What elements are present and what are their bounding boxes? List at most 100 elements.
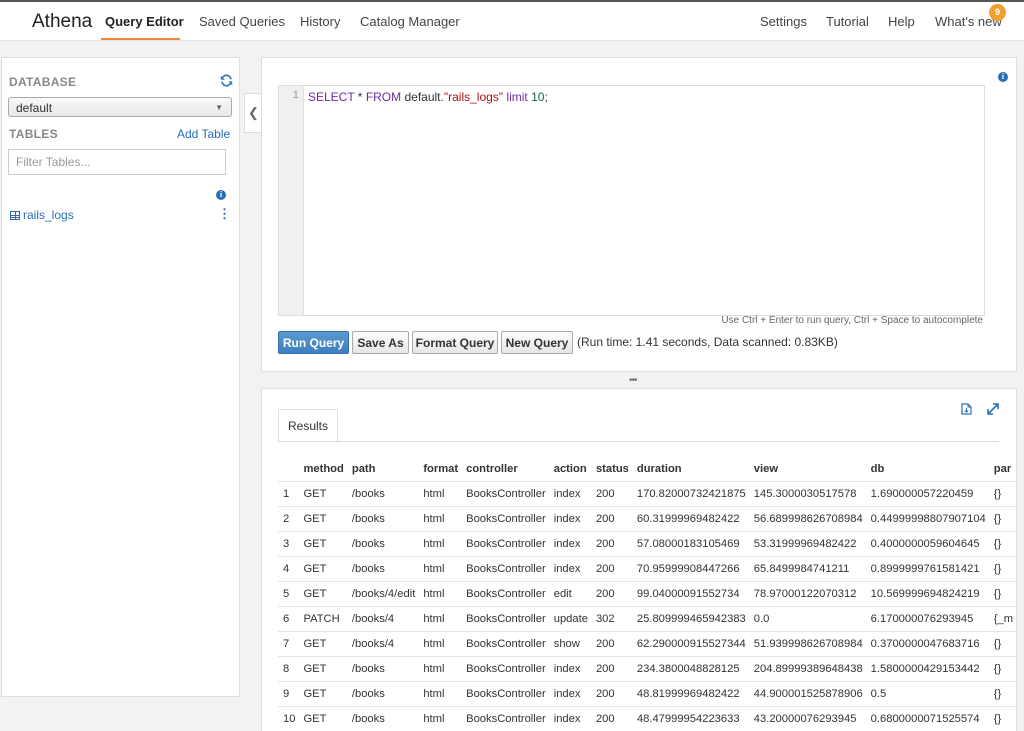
- table-cell: 302: [592, 607, 633, 632]
- table-cell: BooksController: [462, 532, 550, 557]
- run-query-button[interactable]: Run Query: [278, 331, 349, 354]
- table-cell: /books/4/edit: [348, 582, 419, 607]
- top-navbar: Athena Query Editor Saved Queries Histor…: [0, 2, 1024, 41]
- nav-tutorial[interactable]: Tutorial: [826, 14, 869, 29]
- format-query-button[interactable]: Format Query: [412, 331, 498, 354]
- nav-history[interactable]: History: [300, 14, 340, 29]
- table-cell: GET: [299, 657, 347, 682]
- download-csv-icon[interactable]: [961, 403, 972, 418]
- table-cell: GET: [299, 632, 347, 657]
- table-cell: /books: [348, 657, 419, 682]
- column-header: [278, 457, 299, 482]
- table-cell: 56.689998626708984: [750, 507, 867, 532]
- table-cell: /books: [348, 507, 419, 532]
- table-cell: update: [550, 607, 592, 632]
- table-cell: 7: [278, 632, 299, 657]
- table-cell: index: [550, 532, 592, 557]
- info-icon[interactable]: i: [998, 72, 1008, 82]
- nav-catalog-manager[interactable]: Catalog Manager: [360, 14, 460, 29]
- table-cell: 78.97000122070312: [750, 582, 867, 607]
- table-row: 1GET/bookshtmlBooksControllerindex200170…: [278, 482, 1017, 507]
- info-icon[interactable]: i: [216, 190, 226, 200]
- tables-heading: TABLES: [9, 127, 58, 141]
- table-cell: 0.44999998807907104: [867, 507, 990, 532]
- table-cell: 53.31999969482422: [750, 532, 867, 557]
- table-cell: index: [550, 707, 592, 731]
- table-cell: /books/4: [348, 607, 419, 632]
- table-row: 5GET/books/4/edithtmlBooksControlleredit…: [278, 582, 1017, 607]
- brand-logo[interactable]: Athena: [32, 11, 92, 33]
- table-cell: index: [550, 507, 592, 532]
- table-cell: {}: [990, 657, 1017, 682]
- table-cell: index: [550, 482, 592, 507]
- chevron-down-icon: ▼: [215, 98, 223, 118]
- filter-tables-input[interactable]: [8, 149, 226, 175]
- table-cell: 200: [592, 657, 633, 682]
- add-table-link[interactable]: Add Table: [177, 127, 230, 141]
- column-header: db: [867, 457, 990, 482]
- table-cell: BooksController: [462, 632, 550, 657]
- table-cell: BooksController: [462, 607, 550, 632]
- sql-keyword: SELECT: [308, 90, 354, 104]
- column-header: par: [990, 457, 1017, 482]
- nav-help[interactable]: Help: [888, 14, 915, 29]
- table-cell: {}: [990, 682, 1017, 707]
- run-info: (Run time: 1.41 seconds, Data scanned: 0…: [577, 335, 838, 349]
- sql-keyword: FROM: [366, 90, 401, 104]
- whats-new-badge: 9: [989, 4, 1006, 21]
- table-cell: 6: [278, 607, 299, 632]
- table-cell: {_m: [990, 607, 1017, 632]
- panel-resize-handle[interactable]: •••: [629, 375, 637, 386]
- table-cell: 200: [592, 707, 633, 731]
- table-cell: html: [419, 607, 462, 632]
- table-cell: GET: [299, 557, 347, 582]
- table-cell: 0.3700000047683716: [867, 632, 990, 657]
- table-cell: 0.0: [750, 607, 867, 632]
- refresh-icon[interactable]: [220, 74, 234, 88]
- table-cell: {}: [990, 532, 1017, 557]
- expand-icon[interactable]: [987, 403, 999, 418]
- results-table: methodpathformatcontrolleractionstatusdu…: [278, 457, 1017, 731]
- collapse-sidebar-button[interactable]: ❮: [244, 93, 262, 133]
- table-cell: BooksController: [462, 657, 550, 682]
- table-cell: {}: [990, 507, 1017, 532]
- table-cell: html: [419, 482, 462, 507]
- table-cell: html: [419, 632, 462, 657]
- nav-settings[interactable]: Settings: [760, 14, 807, 29]
- chevron-left-icon: ❮: [248, 105, 259, 120]
- column-header: format: [419, 457, 462, 482]
- table-item-rails-logs[interactable]: rails_logs: [10, 208, 74, 222]
- table-cell: html: [419, 582, 462, 607]
- table-row: 2GET/bookshtmlBooksControllerindex20060.…: [278, 507, 1017, 532]
- active-tab-underline: [101, 38, 180, 40]
- new-query-button[interactable]: New Query: [501, 331, 573, 354]
- table-cell: show: [550, 632, 592, 657]
- keyboard-hint: Use Ctrl + Enter to run query, Ctrl + Sp…: [721, 315, 983, 326]
- table-cell: html: [419, 682, 462, 707]
- table-cell: 200: [592, 682, 633, 707]
- tab-results[interactable]: Results: [278, 409, 338, 443]
- table-cell: {}: [990, 482, 1017, 507]
- table-cell: 170.82000732421875: [633, 482, 750, 507]
- table-options-icon[interactable]: ⋮: [218, 208, 231, 220]
- nav-saved-queries[interactable]: Saved Queries: [199, 14, 285, 29]
- save-as-button[interactable]: Save As: [352, 331, 409, 354]
- sql-editor[interactable]: 1 SELECT * FROM default."rails_logs" lim…: [278, 85, 985, 316]
- table-cell: index: [550, 682, 592, 707]
- sql-code[interactable]: SELECT * FROM default."rails_logs" limit…: [308, 90, 548, 104]
- table-cell: 1: [278, 482, 299, 507]
- table-cell: 70.95999908447266: [633, 557, 750, 582]
- table-cell: {}: [990, 582, 1017, 607]
- table-cell: BooksController: [462, 507, 550, 532]
- database-select[interactable]: default ▼: [8, 97, 232, 117]
- table-cell: 3: [278, 532, 299, 557]
- table-cell: 99.04000091552734: [633, 582, 750, 607]
- sql-identifier: "rails_logs": [444, 90, 503, 104]
- line-gutter: 1: [279, 86, 304, 315]
- table-cell: 0.5: [867, 682, 990, 707]
- table-cell: html: [419, 707, 462, 731]
- nav-query-editor[interactable]: Query Editor: [105, 14, 184, 29]
- table-cell: 1.5800000429153442: [867, 657, 990, 682]
- table-cell: 200: [592, 582, 633, 607]
- table-icon: [10, 211, 20, 220]
